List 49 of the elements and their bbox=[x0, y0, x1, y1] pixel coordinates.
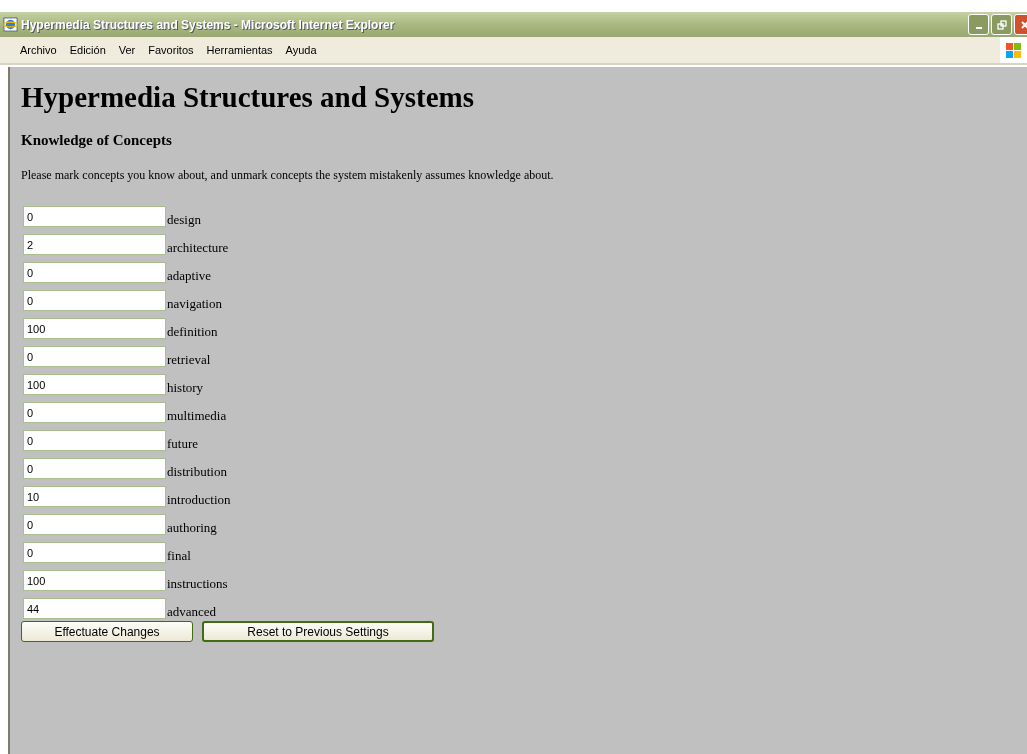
browser-icon bbox=[3, 17, 18, 32]
section-heading: Knowledge of Concepts bbox=[21, 132, 173, 149]
concept-label: architecture bbox=[167, 240, 229, 255]
concept-input[interactable]: 0 bbox=[23, 542, 166, 563]
concept-input[interactable]: 0 bbox=[23, 402, 166, 423]
concept-label: multimedia bbox=[167, 408, 227, 423]
concept-label: definition bbox=[167, 324, 218, 339]
windows-logo-icon bbox=[1000, 37, 1027, 63]
concept-label: navigation bbox=[167, 296, 222, 311]
restore-button[interactable] bbox=[991, 14, 1012, 35]
menu-item[interactable]: Ver bbox=[118, 44, 136, 56]
concept-input[interactable]: 44 bbox=[23, 598, 166, 619]
concept-label: distribution bbox=[167, 464, 227, 479]
concept-input[interactable]: 0 bbox=[23, 458, 166, 479]
concept-input[interactable]: 2 bbox=[23, 234, 166, 255]
concept-input[interactable]: 0 bbox=[23, 346, 166, 367]
form-button[interactable]: Effectuate Changes bbox=[21, 621, 193, 642]
page-title: Hypermedia Structures and Systems bbox=[21, 81, 475, 114]
concept-label: retrieval bbox=[167, 352, 211, 367]
concept-label: history bbox=[167, 380, 204, 395]
concept-label: advanced bbox=[167, 604, 217, 619]
instructions-text: Please mark concepts you know about, and unmark concepts the system mistakenly assumes knowledge about. bbox=[21, 168, 555, 183]
concept-label: instructions bbox=[167, 576, 228, 591]
concept-input[interactable]: 0 bbox=[23, 262, 166, 283]
concept-label: design bbox=[167, 212, 201, 227]
close-icon bbox=[1019, 19, 1027, 30]
minimize-icon bbox=[975, 27, 982, 29]
window-title: Hypermedia Structures and Systems - Microsoft Internet Explorer bbox=[21, 17, 395, 32]
minimize-button[interactable] bbox=[968, 14, 989, 35]
concept-label: final bbox=[167, 548, 191, 563]
concept-label: introduction bbox=[167, 492, 231, 507]
concept-label: future bbox=[167, 436, 199, 451]
concept-input[interactable]: 100 bbox=[23, 318, 166, 339]
menu-item[interactable]: Edición bbox=[69, 44, 106, 56]
concept-input[interactable]: 10 bbox=[23, 486, 166, 507]
concept-label: authoring bbox=[167, 520, 217, 535]
concept-input[interactable]: 0 bbox=[23, 514, 166, 535]
concept-input[interactable]: 0 bbox=[23, 430, 166, 451]
restore-icon bbox=[996, 19, 1007, 30]
menu-item[interactable]: Archivo bbox=[20, 44, 57, 56]
concept-label: adaptive bbox=[167, 268, 212, 283]
form-button[interactable]: Reset to Previous Settings bbox=[202, 621, 434, 642]
concept-input[interactable]: 0 bbox=[23, 290, 166, 311]
menu-item[interactable]: Favoritos bbox=[148, 44, 194, 56]
menu-item[interactable]: Ayuda bbox=[285, 44, 317, 56]
menu-item[interactable]: Herramientas bbox=[206, 44, 273, 56]
concept-input[interactable]: 0 bbox=[23, 206, 166, 227]
concept-input[interactable]: 100 bbox=[23, 374, 166, 395]
concept-input[interactable]: 100 bbox=[23, 570, 166, 591]
